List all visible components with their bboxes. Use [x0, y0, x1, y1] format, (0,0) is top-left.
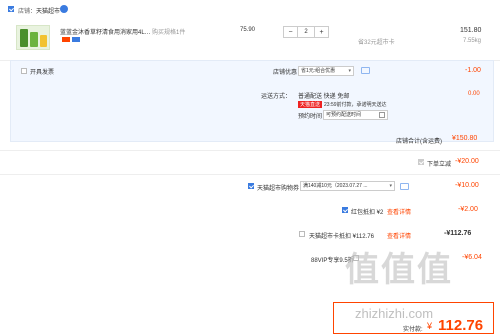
vip-amount: -¥6.04: [462, 254, 482, 261]
pay-currency: ¥: [427, 321, 433, 331]
pay-label: 实付款:: [403, 327, 423, 333]
item-subtotal: 151.80: [460, 27, 482, 34]
tmall-direct-badge: 天猫直送: [298, 101, 323, 108]
tmall-coupon-amount: -¥10.00: [455, 182, 479, 189]
store-total-amount: ¥150.80: [452, 135, 478, 142]
pay-amount: 112.76: [438, 317, 484, 334]
quantity-input[interactable]: 2: [297, 27, 315, 37]
red-packet-detail-link[interactable]: 查看详情: [387, 207, 411, 216]
chevron-down-icon: ▾: [389, 183, 392, 189]
shipping-method: 普通配送 快递 免邮: [298, 94, 350, 100]
shop-label: 店铺：: [18, 9, 37, 15]
market-card-checkbox[interactable]: [299, 231, 305, 237]
red-packet-checkbox[interactable]: [342, 207, 348, 213]
item-weight: 7.55kg: [463, 38, 482, 44]
promo-tag-icon: [62, 37, 70, 42]
order-discount-checkbox[interactable]: [418, 159, 424, 165]
increase-button[interactable]: +: [315, 27, 328, 37]
shop-header: 店铺： 天猫超市: [0, 0, 500, 21]
chat-icon[interactable]: [60, 5, 68, 13]
service-tag-icon: [72, 37, 80, 42]
market-card-amount: -¥112.76: [444, 230, 472, 237]
invoice-label: 开具发票: [30, 70, 55, 76]
shop-checkbox[interactable]: [8, 6, 14, 12]
delivery-note: 23:59前付款，承诺明天送达: [324, 102, 387, 108]
shipping-amount: 0.00: [468, 91, 480, 97]
red-packet-label: 红包抵扣 ¥2: [351, 210, 384, 216]
coupon-selected-value: 省1元:组合优惠: [301, 68, 336, 74]
spec-value: 1件: [176, 30, 186, 36]
market-card-detail-link[interactable]: 查看详情: [387, 231, 411, 240]
tmall-coupon-checkbox[interactable]: [248, 183, 254, 189]
market-card-label: 天猫超市卡抵扣 ¥112.76: [309, 234, 374, 240]
discount-note: 省32元超市卡: [358, 40, 395, 46]
chevron-down-icon: ▾: [348, 68, 351, 74]
watermark-logo: 值值值: [345, 251, 453, 289]
coupon-select[interactable]: 省1元:组合优惠 ▾: [298, 66, 354, 76]
shop-name[interactable]: 天猫超市: [36, 6, 60, 15]
watermark-url: zhizhizhi.com: [355, 306, 434, 321]
shipping-label: 运送方式：: [261, 94, 292, 100]
message-icon[interactable]: [400, 183, 409, 190]
decrease-button[interactable]: −: [284, 27, 297, 37]
store-total-label: 店铺合计(含运费): [396, 139, 442, 145]
appointment-placeholder: 可预约配送时间: [326, 112, 362, 118]
calendar-icon[interactable]: [379, 112, 385, 118]
quantity-stepper: − 2 +: [283, 26, 329, 38]
tmall-coupon-label: 天猫超市购物券: [257, 186, 300, 192]
product-thumbnail[interactable]: [16, 25, 50, 50]
message-icon[interactable]: [361, 67, 370, 74]
product-title[interactable]: 蓝蓝金沐香草籽清食用消家用4L…: [60, 27, 151, 36]
unit-price: 75.90: [240, 27, 256, 33]
red-packet-amount: -¥2.00: [458, 206, 478, 213]
coupon-amount: -1.00: [465, 67, 481, 74]
order-discount-amount: -¥20.00: [455, 158, 479, 165]
order-discount-label: 下单立减: [427, 162, 452, 168]
tmall-coupon-select[interactable]: 满140减10元（2023.07.27 ... ▾: [300, 181, 395, 191]
order-options-panel: 开具发票 店铺优惠： 省1元:组合优惠 ▾ -1.00 运送方式： 普通配送 快…: [10, 60, 494, 142]
tmall-coupon-selected-value: 满140减10元（2023.07.27 ...: [303, 183, 368, 189]
invoice-checkbox[interactable]: [21, 68, 27, 74]
